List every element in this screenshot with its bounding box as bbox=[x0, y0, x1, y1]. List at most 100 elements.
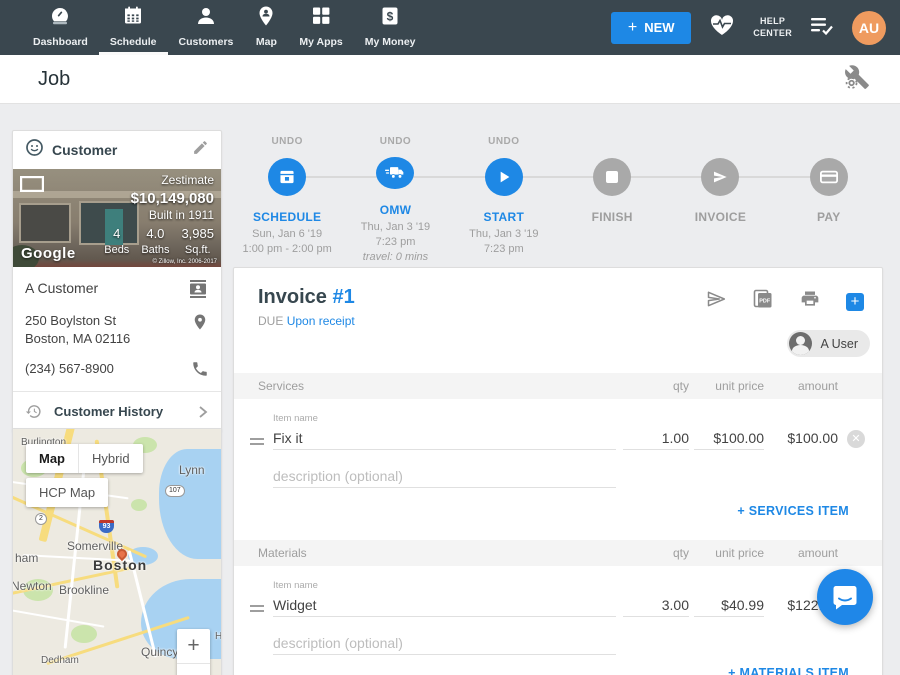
help-line1: HELP bbox=[753, 16, 792, 27]
nav-item-my-money[interactable]: $ My Money bbox=[354, 0, 427, 55]
apps-grid-icon bbox=[310, 5, 332, 32]
add-invoice-item-button[interactable]: + bbox=[846, 293, 864, 311]
streetview-frame-icon[interactable] bbox=[20, 176, 44, 192]
delete-service-item-icon[interactable]: ✕ bbox=[847, 430, 865, 448]
service-item-qty-input[interactable] bbox=[623, 426, 689, 450]
undo-omw-button[interactable]: UNDO bbox=[380, 136, 411, 147]
help-center-link[interactable]: HELP CENTER bbox=[753, 16, 792, 39]
baths-value: 4.0 bbox=[141, 226, 169, 243]
task-list-icon[interactable] bbox=[809, 14, 835, 41]
beds-label: Beds bbox=[104, 243, 129, 257]
new-button[interactable]: + NEW bbox=[611, 12, 691, 44]
customer-phone: (234) 567-8900 bbox=[25, 360, 114, 378]
invoice-title-row: Invoice #1 bbox=[258, 286, 355, 309]
invoice-number[interactable]: #1 bbox=[332, 286, 354, 308]
service-item-name-input[interactable] bbox=[273, 426, 616, 450]
chat-bubble-icon bbox=[831, 583, 859, 611]
beds-value: 4 bbox=[104, 226, 129, 243]
print-icon[interactable] bbox=[799, 289, 821, 314]
sqft-value: 3,985 bbox=[181, 226, 214, 243]
assignee-chip[interactable]: A User bbox=[787, 330, 870, 357]
due-value-link[interactable]: Upon receipt bbox=[287, 314, 355, 328]
start-date: Thu, Jan 3 '197:23 pm bbox=[469, 227, 538, 257]
add-services-item-link[interactable]: + SERVICES ITEM bbox=[737, 504, 849, 518]
item-name-label: Item name bbox=[273, 580, 318, 591]
map-type-hybrid-button[interactable]: Hybrid bbox=[78, 444, 143, 473]
timeline-step-invoice: INVOICE bbox=[666, 130, 774, 265]
map-label-newton: Newton bbox=[12, 579, 52, 593]
service-item-unit-price-input[interactable] bbox=[694, 426, 764, 450]
zoom-in-button[interactable]: + bbox=[177, 629, 210, 663]
nav-item-customers[interactable]: Customers bbox=[168, 0, 245, 55]
contact-card-icon[interactable] bbox=[187, 279, 209, 299]
map-label-somerville: Somerville bbox=[67, 539, 123, 553]
invoice-card: Invoice #1 DUE Upon receipt PDF + A User… bbox=[233, 267, 883, 675]
customer-phone-row: (234) 567-8900 bbox=[25, 360, 209, 378]
new-button-label: NEW bbox=[644, 20, 674, 35]
nav-label: Map bbox=[256, 36, 277, 48]
travel-time: travel: 0 mins bbox=[363, 251, 428, 263]
item-name-label: Item name bbox=[273, 413, 318, 424]
send-invoice-icon[interactable] bbox=[705, 289, 727, 314]
built-year: Built in 1911 bbox=[104, 208, 214, 224]
customer-details: A Customer 250 Boylston St Boston, MA 02… bbox=[13, 267, 221, 378]
schedule-step-icon[interactable] bbox=[268, 158, 306, 196]
phone-icon[interactable] bbox=[191, 360, 209, 378]
location-pin-icon[interactable] bbox=[191, 312, 209, 332]
road bbox=[12, 608, 104, 627]
edit-pencil-icon[interactable] bbox=[192, 139, 209, 161]
start-play-icon[interactable] bbox=[485, 158, 523, 196]
map-label-brookline: Brookline bbox=[59, 583, 109, 597]
property-photo[interactable]: Zestimate $10,149,080 Built in 1911 4Bed… bbox=[13, 169, 221, 267]
add-materials-item-link[interactable]: + MATERIALS ITEM bbox=[728, 666, 849, 675]
drag-handle-icon[interactable] bbox=[250, 435, 264, 448]
pay-card-icon[interactable] bbox=[810, 158, 848, 196]
omw-truck-icon[interactable] bbox=[376, 157, 414, 189]
customer-address: 250 Boylston St Boston, MA 02116 bbox=[25, 312, 130, 347]
nav-label: My Money bbox=[365, 36, 416, 48]
nav-items: Dashboard Schedule Customers Map My Apps bbox=[0, 0, 427, 55]
google-logo: Google bbox=[21, 245, 76, 262]
nav-item-dashboard[interactable]: Dashboard bbox=[22, 0, 99, 55]
history-clock-icon bbox=[25, 403, 42, 420]
nav-label: My Apps bbox=[299, 36, 342, 48]
job-settings-tools-icon[interactable] bbox=[844, 64, 870, 95]
health-heart-icon[interactable] bbox=[708, 12, 736, 43]
money-icon: $ bbox=[379, 5, 401, 32]
zestimate-overlay: Zestimate $10,149,080 Built in 1911 4Bed… bbox=[104, 173, 214, 257]
pdf-icon[interactable]: PDF bbox=[752, 288, 774, 315]
assignee-name: A User bbox=[820, 337, 858, 351]
hcp-map-button[interactable]: HCP Map bbox=[26, 478, 108, 507]
service-item-description-input[interactable] bbox=[273, 464, 616, 488]
drag-handle-icon[interactable] bbox=[250, 602, 264, 615]
nav-item-map[interactable]: Map bbox=[244, 0, 288, 55]
material-item-qty-input[interactable] bbox=[623, 593, 689, 617]
map-label-lynn: Lynn bbox=[179, 463, 205, 477]
zestimate-value: $10,149,080 bbox=[104, 189, 214, 209]
undo-start-button[interactable]: UNDO bbox=[488, 136, 519, 148]
due-label: DUE bbox=[258, 314, 283, 328]
user-avatar[interactable]: AU bbox=[852, 11, 886, 45]
invoice-due-row: DUE Upon receipt bbox=[258, 314, 355, 328]
assignee-avatar bbox=[789, 332, 812, 355]
invoice-step-label: INVOICE bbox=[695, 210, 746, 224]
finish-step-label: FINISH bbox=[592, 210, 633, 224]
map-label-dedham: Dedham bbox=[41, 655, 79, 666]
undo-schedule-button[interactable]: UNDO bbox=[271, 136, 302, 148]
nav-item-schedule[interactable]: Schedule bbox=[99, 0, 168, 55]
material-item-name-input[interactable] bbox=[273, 593, 616, 617]
materials-section-title: Materials bbox=[258, 546, 307, 560]
customer-card-header: Customer bbox=[13, 131, 221, 169]
chat-support-button[interactable] bbox=[817, 569, 873, 625]
finish-stop-icon[interactable] bbox=[593, 158, 631, 196]
invoice-send-icon[interactable] bbox=[701, 158, 739, 196]
map-pin-icon bbox=[255, 5, 277, 32]
material-item-description-input[interactable] bbox=[273, 631, 616, 655]
customer-history-row[interactable]: Customer History bbox=[13, 392, 221, 431]
address-line1: 250 Boylston St bbox=[25, 313, 116, 328]
zoom-out-button[interactable]: − bbox=[177, 663, 210, 675]
nav-item-my-apps[interactable]: My Apps bbox=[288, 0, 353, 55]
job-timeline: UNDO SCHEDULE Sun, Jan 6 '191:00 pm - 2:… bbox=[233, 130, 883, 265]
map-type-map-button[interactable]: Map bbox=[26, 444, 78, 473]
material-item-unit-price-input[interactable] bbox=[694, 593, 764, 617]
